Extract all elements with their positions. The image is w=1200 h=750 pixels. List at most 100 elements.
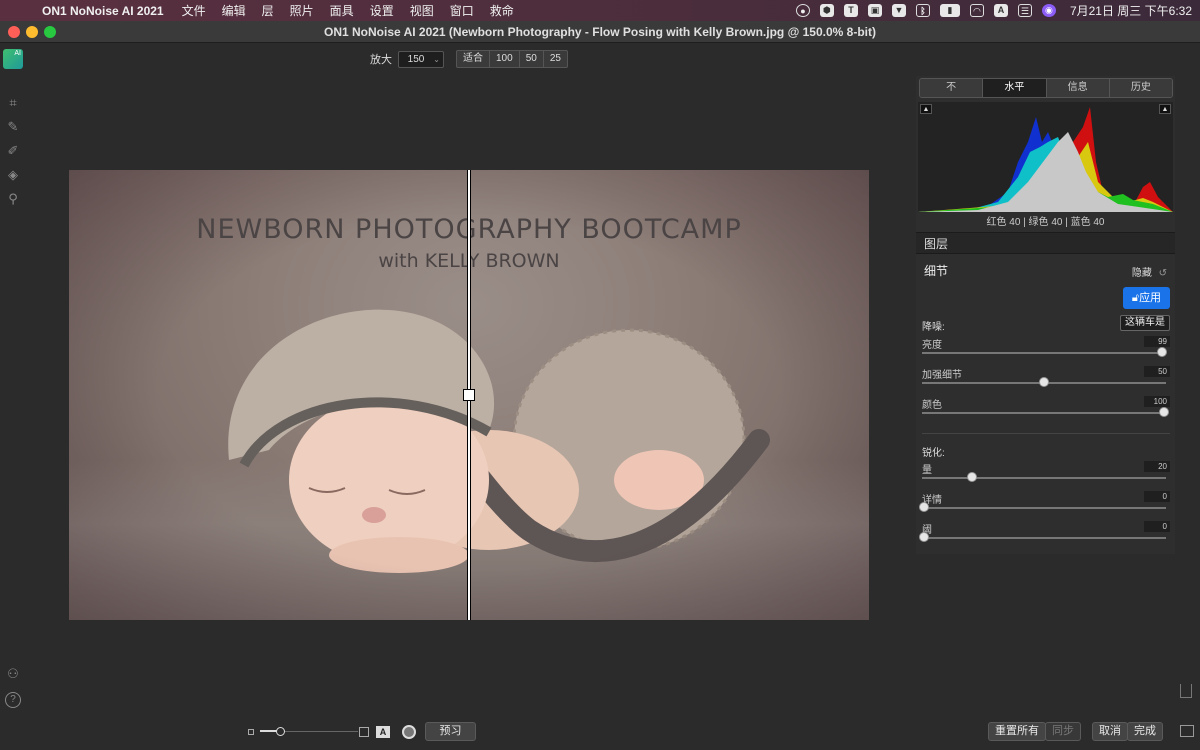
- shadow-clip-icon[interactable]: ▲: [920, 104, 932, 114]
- bottom-bar: A 预习 重置所有 同步 取消 完成: [26, 718, 1200, 746]
- menu-edit[interactable]: 编辑: [222, 2, 246, 19]
- sharpen-slider-thumb[interactable]: [919, 502, 929, 512]
- rgb-readout: 红色 40 | 绿色 40 | 蓝色 40: [986, 217, 1105, 228]
- noise-slider-thumb[interactable]: [1156, 347, 1167, 357]
- loupe-size-thumb[interactable]: [276, 727, 285, 736]
- zoom-50-button[interactable]: 50: [520, 51, 544, 67]
- hide-label: 隐藏: [1131, 268, 1152, 279]
- noise-slider-label: 亮度: [922, 340, 942, 351]
- menu-clock[interactable]: 7月21日 周三 下午6:32: [1070, 2, 1192, 19]
- sharpen-slider-thumb[interactable]: [919, 532, 929, 542]
- brush-tool-icon[interactable]: ✎: [4, 118, 22, 136]
- cancel-button[interactable]: 取消: [1092, 722, 1128, 741]
- sharpen-slider-track[interactable]: [922, 537, 1166, 539]
- zoom-window-button[interactable]: [44, 26, 56, 38]
- menu-view[interactable]: 视图: [410, 2, 434, 19]
- battery-icon[interactable]: ▮: [939, 4, 960, 17]
- tab-levels[interactable]: 水平: [983, 79, 1047, 97]
- panel-tabs: 不 水平 信息 历史: [919, 78, 1173, 98]
- layers-header[interactable]: 图层: [916, 232, 1175, 254]
- sharpen-slider-track[interactable]: [922, 477, 1166, 479]
- tray-vpn-icon[interactable]: ▼: [891, 4, 906, 17]
- zoom-select[interactable]: 150 ⌄: [398, 50, 444, 68]
- menu-layer[interactable]: 层: [262, 2, 274, 19]
- macos-menu-bar: ON1 NoNoise AI 2021 文件 编辑 层 照片 面具 设置 视图 …: [0, 0, 1200, 21]
- app-menu[interactable]: ON1 NoNoise AI 2021: [42, 4, 164, 18]
- hide-button[interactable]: 隐藏 ↺: [1132, 264, 1167, 279]
- noise-slider-value[interactable]: 50: [1144, 366, 1170, 377]
- noise-reduction-label: 降噪:: [922, 322, 945, 333]
- menu-settings[interactable]: 设置: [370, 2, 394, 19]
- noise-slider-thumb[interactable]: [1159, 407, 1169, 417]
- noise-slider-track[interactable]: [922, 412, 1166, 414]
- apply-label: 应用: [1139, 292, 1162, 304]
- zoom-hand-tool-icon[interactable]: ⚲: [4, 190, 22, 208]
- user-icon[interactable]: ⚇: [5, 667, 21, 683]
- sync-button[interactable]: 同步: [1045, 722, 1081, 741]
- zoom-25-button[interactable]: 25: [544, 51, 567, 67]
- menu-photo[interactable]: 照片: [290, 2, 314, 19]
- menu-help[interactable]: 救命: [490, 2, 514, 19]
- large-size-icon: [359, 727, 369, 737]
- unlock-icon: 🔓︎: [1131, 292, 1140, 304]
- left-toolbar: AI ⌗ ✎ ✐ ◈ ⚲ ⚇ ?: [0, 44, 26, 750]
- detail-section-title: 细节: [924, 264, 949, 278]
- zoom-label: 放大: [370, 54, 392, 66]
- noise-preset-dropdown[interactable]: 这辆车是: [1120, 315, 1170, 331]
- mask-tool-icon[interactable]: ◈: [4, 166, 22, 184]
- wifi-icon[interactable]: ◠: [969, 4, 984, 17]
- noise-slider-track[interactable]: [922, 352, 1166, 354]
- zoom-fit-button[interactable]: 适合: [457, 51, 490, 67]
- zoom-value: 150: [407, 53, 425, 65]
- minimize-window-button[interactable]: [26, 26, 38, 38]
- tray-t-icon[interactable]: T: [843, 4, 858, 17]
- share-icon[interactable]: [1180, 684, 1192, 698]
- panel-toggle-icon[interactable]: [1180, 725, 1194, 737]
- sharpen-slider-thumb[interactable]: [967, 472, 977, 482]
- bluetooth-icon[interactable]: ᛒ: [915, 4, 930, 17]
- tray-clipboard-icon[interactable]: ▣: [867, 4, 882, 17]
- histogram: ▲ ▲: [918, 102, 1173, 212]
- split-handle[interactable]: [463, 389, 475, 401]
- reset-icon[interactable]: ↺: [1159, 268, 1167, 279]
- control-center-icon[interactable]: ☰: [1017, 4, 1032, 17]
- preview-button[interactable]: 预习: [425, 722, 476, 741]
- right-panel: 不 水平 信息 历史 ▲ ▲ 红色 40 | 绿色 40 | 蓝色 40 图层 …: [916, 76, 1175, 554]
- help-icon[interactable]: ?: [5, 692, 21, 708]
- crop-tool-icon[interactable]: ⌗: [4, 94, 22, 112]
- noise-slider-value[interactable]: 99: [1144, 336, 1170, 347]
- a-view-icon[interactable]: A: [376, 726, 390, 738]
- reset-all-button[interactable]: 重置所有: [988, 722, 1046, 741]
- noise-slider-thumb[interactable]: [1039, 377, 1049, 387]
- chevron-down-icon: ⌄: [433, 54, 440, 64]
- menu-mask[interactable]: 面具: [330, 2, 354, 19]
- app-logo-icon[interactable]: AI: [3, 49, 23, 69]
- done-button[interactable]: 完成: [1127, 722, 1163, 741]
- zoom-bar: 放大 150 ⌄ 适合 100 50 25: [370, 50, 568, 68]
- tab-info[interactable]: 信息: [1046, 79, 1110, 97]
- menu-file[interactable]: 文件: [182, 2, 206, 19]
- close-window-button[interactable]: [8, 26, 20, 38]
- tray-app-icon[interactable]: ●: [795, 4, 810, 17]
- menu-window[interactable]: 窗口: [450, 2, 474, 19]
- siri-icon[interactable]: ◉: [1041, 4, 1056, 17]
- sharpen-slider-value[interactable]: 20: [1144, 461, 1170, 472]
- window-title: ON1 NoNoise AI 2021 (Newborn Photography…: [324, 25, 876, 39]
- sharpen-slider-track[interactable]: [922, 507, 1166, 509]
- zoom-100-button[interactable]: 100: [490, 51, 520, 67]
- highlight-clip-icon[interactable]: ▲: [1159, 104, 1171, 114]
- tab-history[interactable]: 历史: [1109, 79, 1172, 97]
- sharpen-slider-value[interactable]: 0: [1144, 521, 1170, 532]
- noise-slider-value[interactable]: 100: [1144, 396, 1170, 407]
- tab-none[interactable]: 不: [920, 79, 984, 97]
- noise-slider-label: 颜色: [922, 400, 942, 411]
- input-source-icon[interactable]: A: [993, 4, 1008, 17]
- histogram-plot: [918, 107, 1173, 212]
- apply-button[interactable]: 🔓︎应用: [1123, 287, 1170, 309]
- tray-shield-icon[interactable]: ⬢: [819, 4, 834, 17]
- mask-view-icon[interactable]: [402, 725, 416, 739]
- eraser-tool-icon[interactable]: ✐: [4, 142, 22, 160]
- sharpen-slider-value[interactable]: 0: [1144, 491, 1170, 502]
- photo-canvas[interactable]: NEWBORN PHOTOGRAPHY BOOTCAMP with KELLY …: [69, 170, 869, 620]
- noise-slider-label: 加强细节: [922, 370, 962, 381]
